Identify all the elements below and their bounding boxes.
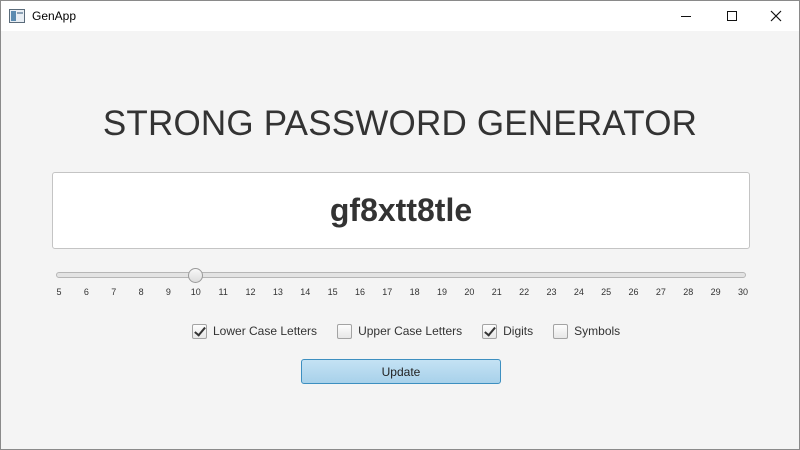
option-upper-case[interactable]: Upper Case Letters xyxy=(337,323,463,339)
slider-tick-label: 30 xyxy=(737,287,748,297)
slider-tick-label: 10 xyxy=(190,287,201,297)
slider-tick-labels: 5 6 7 8 9 10 11 12 13 14 15 16 17 18 19 20 21 22 23 24 25 26 2… xyxy=(1,287,800,299)
option-symbols[interactable]: Symbols xyxy=(553,323,621,339)
slider-tick-label: 16 xyxy=(354,287,365,297)
slider-tick-label: 18 xyxy=(409,287,420,297)
option-label: Upper Case Letters xyxy=(358,324,463,338)
close-icon xyxy=(770,10,782,22)
slider-tick-label: 22 xyxy=(519,287,530,297)
page-title: STRONG PASSWORD GENERATOR xyxy=(102,104,698,143)
option-label: Lower Case Letters xyxy=(213,324,318,338)
maximize-button[interactable] xyxy=(709,1,755,31)
upper-case-checkbox[interactable] xyxy=(337,323,353,339)
slider-tick-label: 19 xyxy=(437,287,448,297)
title-bar[interactable]: GenApp xyxy=(1,1,799,31)
option-label: Symbols xyxy=(574,324,621,338)
close-button[interactable] xyxy=(753,1,799,31)
length-slider-track[interactable] xyxy=(56,272,746,278)
slider-tick-label: 29 xyxy=(710,287,721,297)
window-title: GenApp xyxy=(32,9,77,23)
slider-tick-label: 12 xyxy=(245,287,256,297)
maximize-icon xyxy=(727,11,737,21)
slider-tick-label: 23 xyxy=(546,287,557,297)
slider-tick-label: 6 xyxy=(83,287,89,297)
slider-tick-label: 17 xyxy=(382,287,393,297)
slider-tick-label: 9 xyxy=(165,287,171,297)
slider-tick-label: 5 xyxy=(56,287,62,297)
option-label: Digits xyxy=(503,324,534,338)
option-lower-case[interactable]: Lower Case Letters xyxy=(192,323,318,339)
slider-tick-label: 21 xyxy=(491,287,502,297)
symbols-checkbox[interactable] xyxy=(553,323,569,339)
slider-tick-label: 27 xyxy=(655,287,666,297)
slider-tick-label: 26 xyxy=(628,287,639,297)
slider-tick-label: 20 xyxy=(464,287,475,297)
slider-tick-label: 11 xyxy=(218,287,228,297)
length-slider-thumb[interactable] xyxy=(187,268,203,283)
digits-checkbox[interactable] xyxy=(482,323,498,339)
lower-case-checkbox[interactable] xyxy=(192,323,207,339)
slider-tick-label: 25 xyxy=(601,287,612,297)
character-options: Lower Case Letters Upper Case Letters Di… xyxy=(192,322,640,340)
option-digits[interactable]: Digits xyxy=(482,323,534,339)
app-window: GenApp STRONG PASSWORD GENERATOR gf8xtt8… xyxy=(0,0,800,450)
slider-tick-label: 7 xyxy=(111,287,117,297)
slider-tick-label: 13 xyxy=(272,287,283,297)
minimize-icon xyxy=(681,15,691,17)
password-text: gf8xtt8tle xyxy=(329,192,473,228)
minimize-button[interactable] xyxy=(663,1,709,31)
slider-tick-label: 8 xyxy=(138,287,144,297)
password-field[interactable]: gf8xtt8tle xyxy=(52,172,750,249)
slider-tick-label: 28 xyxy=(683,287,694,297)
slider-tick-label: 24 xyxy=(573,287,584,297)
app-icon xyxy=(9,9,25,23)
slider-tick-label: 14 xyxy=(300,287,311,297)
slider-tick-label: 15 xyxy=(327,287,338,297)
update-button[interactable]: Update xyxy=(301,359,501,384)
